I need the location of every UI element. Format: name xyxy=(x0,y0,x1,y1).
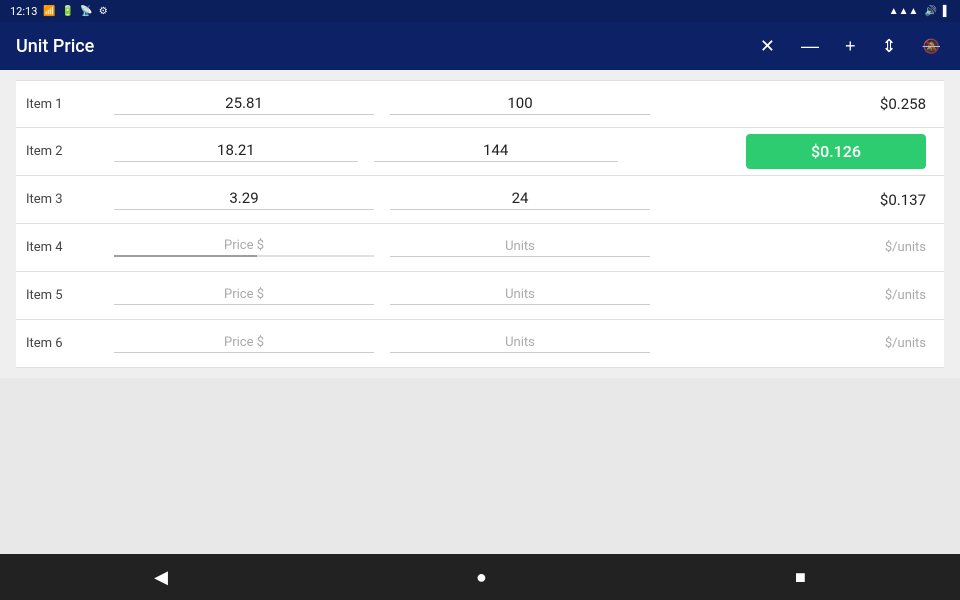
price-underline xyxy=(114,114,374,115)
table-row: Item 5 Price $ Units $/units xyxy=(16,272,944,320)
status-bar-left: 12:13 📶 🔋 📡 ⚙ xyxy=(10,5,108,18)
status-bar-right: ▲▲▲ 🔊 ▌ xyxy=(889,6,950,17)
units-placeholder: Units xyxy=(390,287,650,302)
units-col[interactable]: Units xyxy=(382,233,658,263)
units-underline xyxy=(390,256,650,257)
settings-icon-small: ⚙ xyxy=(99,6,108,17)
table-row: Item 2 18.21 144 $0.126 xyxy=(16,128,944,176)
wifi-icon: 📡 xyxy=(80,6,92,17)
result-col: $/units xyxy=(658,282,934,309)
status-time: 12:13 xyxy=(10,5,37,18)
result-placeholder: $/units xyxy=(885,240,926,255)
result-placeholder: $/units xyxy=(885,288,926,303)
units-underline xyxy=(390,209,650,210)
price-placeholder: Price $ xyxy=(114,287,374,302)
price-col[interactable]: Price $ xyxy=(106,232,382,263)
signal-icon: ▲▲▲ xyxy=(889,6,919,17)
row-label: Item 1 xyxy=(26,97,106,112)
units-underline xyxy=(390,352,650,353)
result-value: $0.258 xyxy=(880,95,926,113)
nav-recent-button[interactable]: ■ xyxy=(771,559,830,596)
close-button[interactable]: ✕ xyxy=(756,33,779,59)
units-underline xyxy=(390,304,650,305)
result-col: $/units xyxy=(658,330,934,357)
result-placeholder: $/units xyxy=(885,336,926,351)
result-col: $0.258 xyxy=(658,89,934,119)
result-col: $0.126 xyxy=(626,128,935,175)
nav-home-button[interactable]: ● xyxy=(452,559,511,596)
add-button[interactable]: + xyxy=(841,33,860,59)
nav-back-button[interactable]: ◀ xyxy=(130,559,192,596)
result-value: $0.137 xyxy=(880,191,926,209)
units-value: 144 xyxy=(374,141,618,159)
resize-button[interactable]: ⇕ xyxy=(877,33,900,59)
minimize-button[interactable]: — xyxy=(797,33,823,59)
page-title: Unit Price xyxy=(16,36,94,57)
units-col[interactable]: 24 xyxy=(382,183,658,216)
price-underline xyxy=(114,161,358,162)
units-col[interactable]: 144 xyxy=(366,135,626,168)
result-col: $/units xyxy=(658,234,934,261)
price-col[interactable]: 18.21 xyxy=(106,135,366,168)
row-label: Item 2 xyxy=(26,144,106,159)
units-underline xyxy=(390,114,650,115)
row-label: Item 4 xyxy=(26,240,106,255)
price-underline xyxy=(114,304,374,305)
table-row: Item 6 Price $ Units $/units xyxy=(16,320,944,368)
units-col[interactable]: 100 xyxy=(382,88,658,121)
units-value: 100 xyxy=(390,94,650,112)
units-col[interactable]: Units xyxy=(382,329,658,359)
price-value: 18.21 xyxy=(114,141,358,159)
row-label: Item 3 xyxy=(26,192,106,207)
settings-button[interactable]: 🔕 xyxy=(919,35,944,57)
price-col[interactable]: Price $ xyxy=(106,281,382,311)
price-underline xyxy=(114,209,374,210)
nav-bar: ◀ ● ■ xyxy=(0,554,960,600)
price-value: 3.29 xyxy=(114,189,374,207)
main-content: Item 1 25.81 100 $0.258 Item 2 18.21 144… xyxy=(0,70,960,378)
title-bar: Unit Price ✕ — + ⇕ 🔕 xyxy=(0,22,960,70)
price-underline-active xyxy=(114,255,374,257)
table-row: Item 1 25.81 100 $0.258 xyxy=(16,80,944,128)
units-underline xyxy=(374,161,618,162)
price-placeholder: Price $ xyxy=(114,335,374,350)
price-col[interactable]: 3.29 xyxy=(106,183,382,216)
result-highlight-badge: $0.126 xyxy=(746,134,926,169)
price-col[interactable]: 25.81 xyxy=(106,88,382,121)
row-label: Item 5 xyxy=(26,288,106,303)
price-placeholder: Price $ xyxy=(114,238,374,253)
sim-icon: 📶 xyxy=(43,6,55,17)
units-value: 24 xyxy=(390,189,650,207)
battery-icon: 🔋 xyxy=(62,6,74,17)
price-col[interactable]: Price $ xyxy=(106,329,382,359)
row-label: Item 6 xyxy=(26,336,106,351)
price-value: 25.81 xyxy=(114,94,374,112)
table-row: Item 4 Price $ Units $/units xyxy=(16,224,944,272)
battery-level-icon: ▌ xyxy=(943,6,950,17)
status-bar: 12:13 📶 🔋 📡 ⚙ ▲▲▲ 🔊 ▌ xyxy=(0,0,960,22)
units-col[interactable]: Units xyxy=(382,281,658,311)
units-placeholder: Units xyxy=(390,239,650,254)
title-actions: ✕ — + ⇕ 🔕 xyxy=(756,33,944,59)
wifi-signal-icon: 🔊 xyxy=(924,6,936,17)
table-row: Item 3 3.29 24 $0.137 xyxy=(16,176,944,224)
units-placeholder: Units xyxy=(390,335,650,350)
price-underline xyxy=(114,352,374,353)
result-col: $0.137 xyxy=(658,185,934,215)
